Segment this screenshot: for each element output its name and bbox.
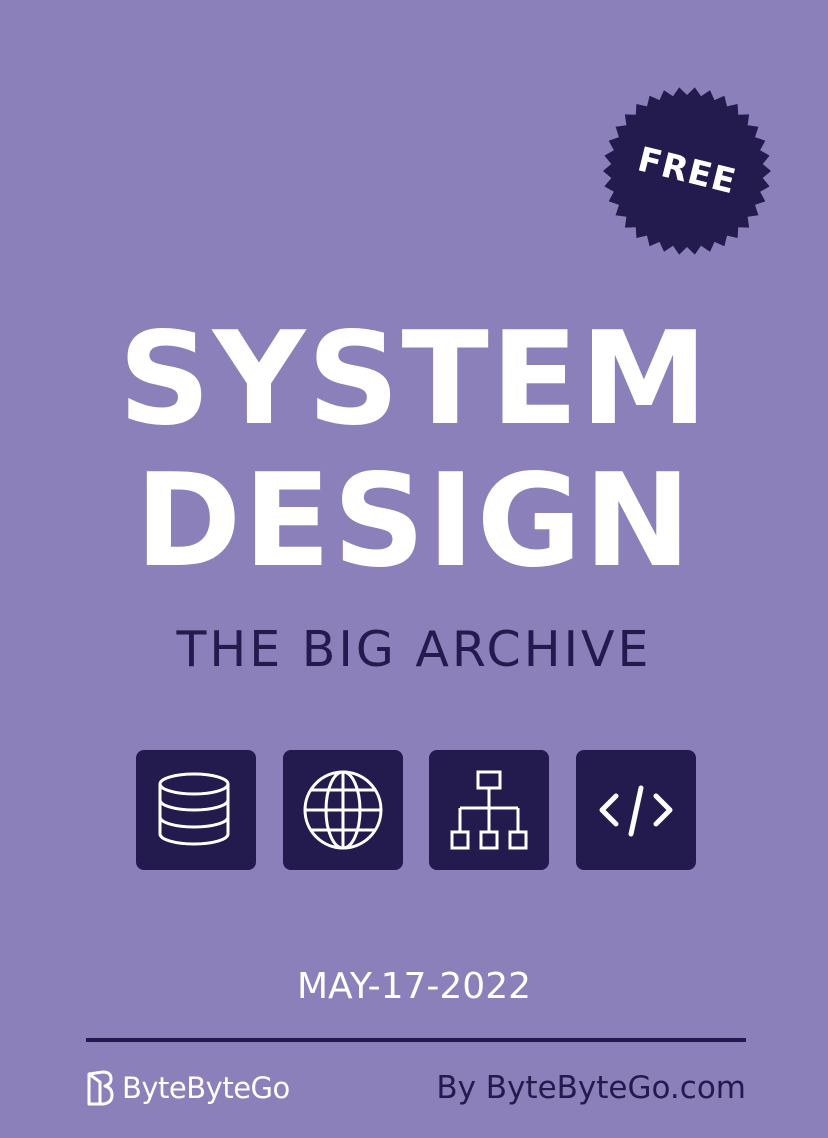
database-tile [136, 750, 256, 870]
credit-link[interactable]: By ByteByteGo.com [436, 1068, 746, 1108]
globe-tile [283, 750, 403, 870]
hierarchy-icon [450, 770, 528, 850]
brand-name: ByteByteGo [122, 1071, 290, 1105]
title-line-2: DESIGN [135, 447, 693, 596]
icon-row [136, 750, 696, 870]
hierarchy-tile [429, 750, 549, 870]
divider [86, 1038, 746, 1042]
database-icon [158, 772, 230, 846]
bytebytego-logo [87, 1070, 114, 1106]
globe-icon [303, 770, 383, 850]
subtitle: THE BIG ARCHIVE [176, 621, 652, 678]
publish-date: MAY-17-2022 [296, 966, 532, 1007]
title-line-1: SYSTEM [118, 305, 710, 454]
free-badge: FREE [600, 86, 774, 256]
brand: ByteByteGo [86, 1068, 290, 1108]
book-cover: FREE SYSTEM DESIGN THE BIG ARCHIVE MAY-1… [0, 0, 828, 1138]
code-tile [576, 750, 696, 870]
code-icon [599, 785, 673, 837]
